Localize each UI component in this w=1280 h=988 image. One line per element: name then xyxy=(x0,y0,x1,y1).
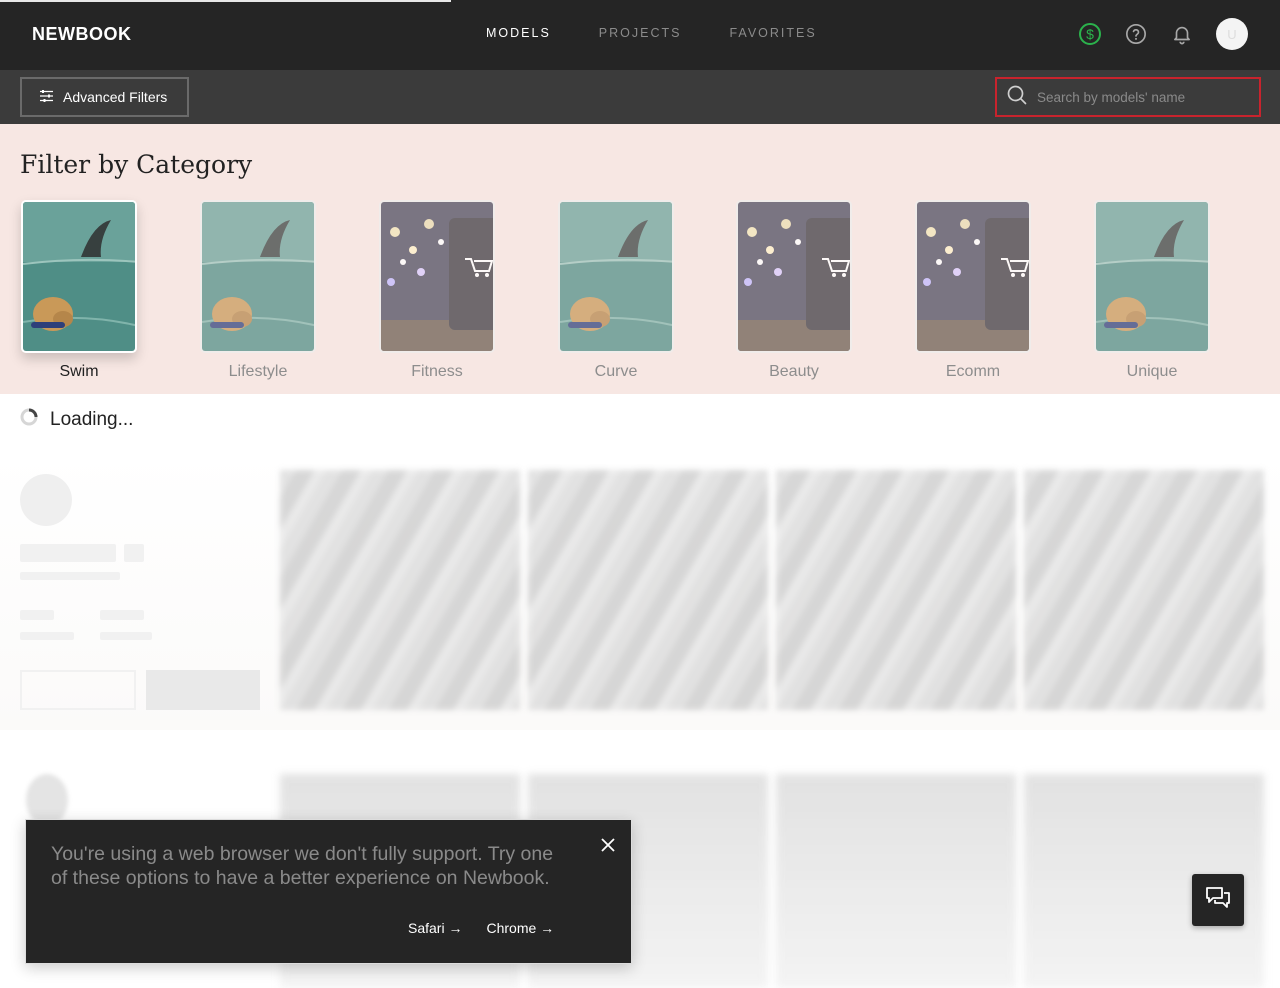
placeholder-line xyxy=(20,610,54,620)
shopping-cart-image xyxy=(915,200,1031,353)
search-icon xyxy=(1007,85,1027,110)
chrome-link[interactable]: Chrome → xyxy=(486,920,554,936)
placeholder-line xyxy=(100,610,144,620)
category-label: Curve xyxy=(594,363,638,380)
spinner-icon xyxy=(20,408,38,432)
search-box xyxy=(995,77,1261,117)
placeholder-line xyxy=(20,632,74,640)
placeholder-button xyxy=(146,670,260,710)
placeholder-photo xyxy=(528,470,768,710)
dollar-icon[interactable]: $ xyxy=(1078,22,1102,46)
category-ecomm[interactable]: Ecomm xyxy=(915,200,1031,381)
browser-warning-toast: You're using a web browser we don't full… xyxy=(25,819,632,964)
placeholder-name xyxy=(20,544,116,562)
category-curve[interactable]: Curve xyxy=(558,200,674,381)
category-title: Filter by Category xyxy=(20,150,253,179)
category-label: Unique xyxy=(1126,363,1178,380)
placeholder-photo xyxy=(280,470,520,710)
filter-bar: Advanced Filters xyxy=(0,70,1280,124)
category-label: Lifestyle xyxy=(228,363,288,380)
advanced-filters-label: Advanced Filters xyxy=(63,89,168,105)
category-label: Fitness xyxy=(411,363,463,380)
placeholder-card xyxy=(0,452,1280,730)
advanced-filters-button[interactable]: Advanced Filters xyxy=(20,77,189,117)
category-swim[interactable]: Swim xyxy=(21,200,137,381)
category-fitness[interactable]: Fitness xyxy=(379,200,495,381)
dolphin-dog-image xyxy=(21,200,137,353)
shopping-cart-image xyxy=(736,200,852,353)
placeholder-line xyxy=(20,572,120,580)
main-nav: MODELS PROJECTS FAVORITES xyxy=(486,26,817,40)
shopping-cart-image xyxy=(379,200,495,353)
close-icon[interactable] xyxy=(598,835,618,855)
category-lifestyle[interactable]: Lifestyle xyxy=(200,200,316,381)
placeholder-button xyxy=(20,670,136,710)
bell-icon[interactable] xyxy=(1170,22,1194,46)
chat-button[interactable] xyxy=(1192,874,1244,926)
top-nav: NEWBOOK MODELS PROJECTS FAVORITES $ U xyxy=(0,0,1280,70)
category-section: Filter by Category Swim Lifestyle Fitnes… xyxy=(0,124,1280,394)
page-load-progress xyxy=(0,0,451,2)
placeholder-avatar xyxy=(20,474,72,526)
sliders-icon xyxy=(40,89,53,105)
nav-projects[interactable]: PROJECTS xyxy=(599,26,682,40)
placeholder-photo xyxy=(1024,470,1264,710)
chat-icon xyxy=(1205,885,1231,916)
user-avatar[interactable]: U xyxy=(1216,18,1248,50)
browser-options: Safari → Chrome → xyxy=(408,920,554,936)
nav-favorites[interactable]: FAVORITES xyxy=(729,26,816,40)
placeholder-photo xyxy=(776,470,1016,710)
help-icon[interactable] xyxy=(1124,22,1148,46)
safari-link[interactable]: Safari → xyxy=(408,920,462,936)
category-label: Beauty xyxy=(769,363,819,380)
nav-icon-group: $ U xyxy=(1078,18,1248,50)
dolphin-dog-image xyxy=(1094,200,1210,353)
svg-text:$: $ xyxy=(1086,26,1094,42)
dolphin-dog-image xyxy=(200,200,316,353)
browser-warning-message: You're using a web browser we don't full… xyxy=(51,843,554,889)
category-beauty[interactable]: Beauty xyxy=(736,200,852,381)
placeholder-line xyxy=(100,632,152,640)
newbook-logo[interactable]: NEWBOOK xyxy=(32,24,132,45)
placeholder-photo xyxy=(776,774,1016,988)
loading-indicator: Loading... xyxy=(20,408,133,432)
category-label: Ecomm xyxy=(945,363,1001,380)
loading-label: Loading... xyxy=(50,409,134,430)
dolphin-dog-image xyxy=(558,200,674,353)
search-input[interactable] xyxy=(1037,89,1237,105)
category-unique[interactable]: Unique xyxy=(1094,200,1210,381)
placeholder-line xyxy=(124,544,144,562)
category-label: Swim xyxy=(59,363,99,380)
nav-models[interactable]: MODELS xyxy=(486,26,551,40)
